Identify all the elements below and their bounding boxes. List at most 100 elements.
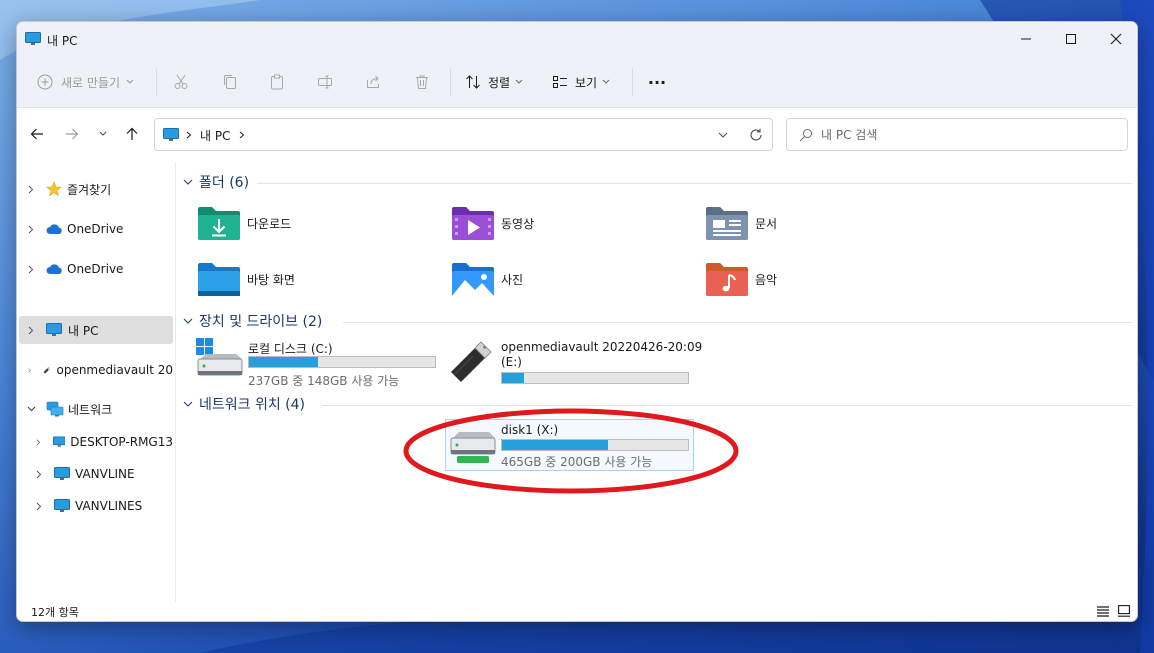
chevron-right-icon[interactable] [28, 265, 34, 274]
desktop-folder-icon [198, 263, 240, 296]
sidebar-item-network-computer[interactable]: VANVLINES [19, 492, 173, 520]
close-button[interactable] [1093, 22, 1137, 56]
cloud-icon [46, 264, 62, 274]
chevron-down-icon [515, 79, 523, 84]
plus-circle-icon [37, 74, 53, 90]
section-title: 폴더 (6) [199, 175, 250, 191]
title-bar: 내 PC [17, 22, 1137, 56]
folder-tile-desktop[interactable]: 바탕 화면 [197, 256, 427, 302]
sidebar-item-label: openmediavault 20 [56, 363, 173, 377]
sidebar-item-network-computer[interactable]: VANVLINE [19, 460, 173, 488]
tile-label: 바탕 화면 [247, 272, 295, 287]
share-button[interactable] [365, 66, 385, 98]
sidebar-item-network-computer[interactable]: DESKTOP-RMG13 [19, 428, 173, 456]
delete-button[interactable] [414, 66, 434, 98]
sidebar-item-favorites[interactable]: 즐겨찾기 [19, 175, 173, 203]
breadcrumb-item[interactable]: 내 PC [200, 127, 230, 144]
folder-tile-music[interactable]: 음악 [705, 256, 935, 302]
chevron-right-icon[interactable] [239, 131, 245, 139]
section-divider [322, 405, 1132, 406]
drive-usage-fill [249, 357, 318, 367]
sidebar-item-onedrive[interactable]: OneDrive [19, 215, 173, 243]
folder-tile-documents[interactable]: 문서 [705, 200, 935, 246]
status-bar: 12개 항목 [17, 600, 1137, 621]
chevron-right-icon[interactable] [36, 438, 41, 447]
sidebar-item-network[interactable]: 네트워크 [19, 395, 173, 423]
trash-icon [416, 75, 428, 89]
rename-icon [318, 75, 332, 89]
address-bar[interactable]: 내 PC [154, 118, 773, 151]
new-button[interactable]: 새로 만들기 [37, 66, 141, 98]
cloud-icon [46, 224, 62, 234]
chevron-down-icon[interactable] [27, 406, 36, 412]
refresh-icon[interactable] [749, 128, 763, 142]
back-button[interactable] [25, 122, 49, 146]
window-title: 내 PC [47, 34, 78, 48]
sort-button[interactable]: 정렬 [465, 66, 529, 98]
monitor-icon [54, 467, 70, 480]
folder-tile-pictures[interactable]: 사진 [451, 256, 681, 302]
sidebar-item-label: VANVLINES [75, 499, 143, 513]
cut-button[interactable] [173, 66, 193, 98]
sidebar-item-label: DESKTOP-RMG13 [70, 435, 173, 449]
recent-locations-button[interactable] [91, 122, 115, 146]
chevron-down-icon [99, 131, 107, 136]
drive-name: openmediavault 20220426-20:09 [501, 340, 703, 354]
arrow-right-icon [66, 128, 79, 140]
folder-tile-videos[interactable]: 동영상 [451, 200, 681, 246]
chevron-right-icon[interactable] [28, 366, 31, 375]
search-icon [799, 129, 812, 142]
sidebar-item-usb-drive[interactable]: openmediavault 20 [19, 356, 173, 384]
drive-tile-local-disk[interactable]: 로컬 디스크 (C:) 237GB 중 148GB 사용 가능 [192, 338, 442, 388]
section-title: 네트워크 위치 (4) [199, 397, 306, 413]
maximize-button[interactable] [1048, 22, 1094, 56]
forward-button[interactable] [60, 122, 84, 146]
chevron-right-icon[interactable] [36, 470, 42, 479]
music-folder-icon [706, 263, 748, 296]
search-box[interactable] [786, 118, 1128, 151]
up-button[interactable] [120, 122, 144, 146]
tile-label: 음악 [755, 272, 778, 287]
chevron-right-icon[interactable] [36, 502, 42, 511]
arrow-left-icon [30, 128, 43, 140]
chevron-right-icon[interactable] [28, 185, 34, 194]
monitor-icon [52, 436, 66, 447]
downloads-folder-icon [198, 207, 240, 240]
folder-tile-downloads[interactable]: 다운로드 [197, 200, 427, 246]
section-header-network-locations[interactable]: 네트워크 위치 (4) [183, 394, 305, 414]
details-view-icon[interactable] [1097, 605, 1109, 617]
section-header-drives[interactable]: 장치 및 드라이브 (2) [183, 311, 322, 331]
sidebar-item-label: 네트워크 [68, 402, 113, 417]
section-title: 장치 및 드라이브 (2) [199, 314, 323, 330]
drive-letter: (E:) [501, 355, 522, 369]
monitor-icon [54, 499, 70, 512]
search-input[interactable] [821, 125, 1111, 145]
rename-button[interactable] [317, 66, 337, 98]
copy-icon [224, 75, 236, 89]
view-button[interactable]: 보기 [552, 66, 620, 98]
chevron-right-icon[interactable] [28, 326, 34, 335]
chevron-right-icon[interactable] [28, 225, 34, 234]
sidebar-item-this-pc[interactable]: 내 PC [19, 316, 173, 344]
sidebar-item-onedrive[interactable]: OneDrive [19, 255, 173, 283]
tile-label: 사진 [501, 272, 524, 287]
arrow-up-icon [126, 127, 138, 140]
sidebar-item-label: 내 PC [68, 323, 99, 338]
tiles-view-icon[interactable] [1118, 605, 1130, 617]
navigation-bar: 내 PC [17, 108, 1137, 162]
pane-divider [175, 162, 176, 602]
more-options-button[interactable]: ··· [645, 66, 669, 98]
videos-folder-icon [452, 207, 494, 240]
view-button-label: 보기 [575, 75, 598, 90]
section-divider [257, 183, 1132, 184]
minimize-button[interactable] [1003, 22, 1049, 56]
file-explorer-window: 내 PC 새로 만들기 정렬 보기 ··· 내 PC 내 PC 검색 즐겨찾기 … [16, 21, 1138, 622]
view-options-icon [553, 76, 567, 88]
paste-button[interactable] [269, 66, 289, 98]
chevron-down-icon[interactable] [718, 132, 728, 138]
copy-button[interactable] [222, 66, 242, 98]
pictures-folder-icon [452, 263, 494, 296]
drive-name: 로컬 디스크 (C:) [248, 342, 333, 356]
drive-tile-usb[interactable]: openmediavault 20220426-20:09 (E:) [445, 338, 705, 388]
section-header-folders[interactable]: 폴더 (6) [183, 172, 249, 192]
